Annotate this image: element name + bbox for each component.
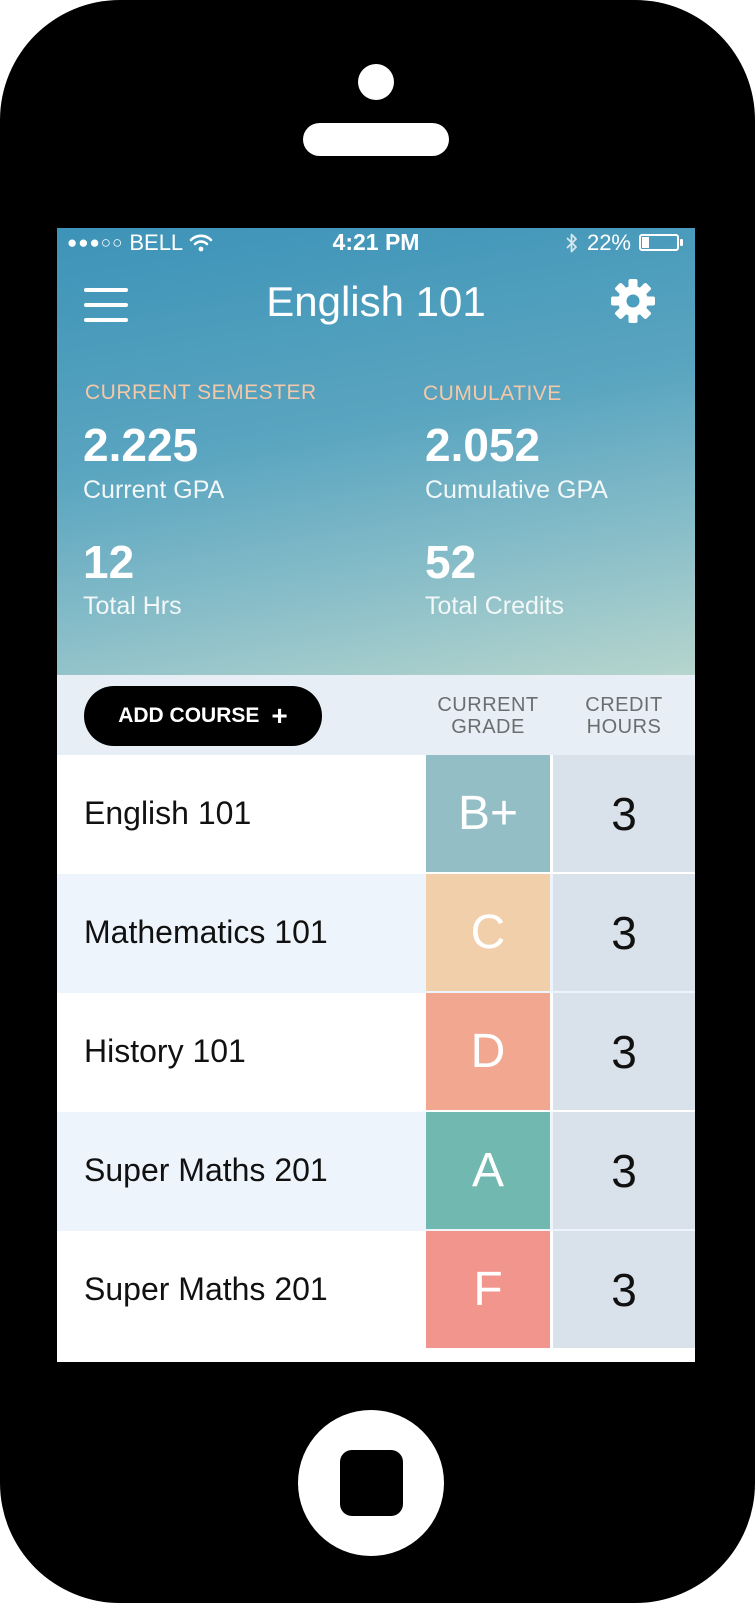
- grade-cell[interactable]: D: [426, 993, 550, 1110]
- grade-cell[interactable]: A: [426, 1112, 550, 1229]
- course-name: Mathematics 101: [84, 914, 328, 950]
- phone-frame: ●●●○○ BELL 4:21 PM 22% English 101 CURRE…: [0, 0, 755, 1603]
- course-row[interactable]: English 101 B+ 3: [57, 755, 695, 874]
- plus-icon: +: [271, 700, 288, 731]
- cumulative-label: CUMULATIVE: [423, 382, 562, 405]
- total-hrs-caption: Total Hrs: [83, 592, 182, 620]
- battery-percent: 22%: [586, 230, 631, 255]
- course-row[interactable]: Super Maths 201 F 3: [57, 1231, 695, 1350]
- earpiece-speaker: [303, 123, 449, 156]
- grade-header-line2: GRADE: [451, 716, 525, 738]
- add-course-button[interactable]: ADD COURSE +: [84, 686, 322, 746]
- total-credits-caption: Total Credits: [425, 592, 564, 620]
- credit-hours-column-header: CREDIT HOURS: [562, 694, 686, 738]
- current-gpa-caption: Current GPA: [83, 476, 225, 504]
- hours-header-line1: CREDIT: [585, 694, 663, 716]
- course-row[interactable]: Mathematics 101 C 3: [57, 874, 695, 993]
- course-table-header: ADD COURSE + CURRENT GRADE CREDIT HOURS: [57, 675, 695, 755]
- course-name: English 101: [84, 795, 252, 831]
- credit-hours-cell[interactable]: 3: [553, 993, 695, 1110]
- course-name: Super Maths 201: [84, 1152, 328, 1188]
- credit-hours-cell[interactable]: 3: [553, 874, 695, 991]
- add-course-label: ADD COURSE: [118, 704, 260, 727]
- course-row[interactable]: Super Maths 201 A 3: [57, 1112, 695, 1231]
- cumulative-gpa-caption: Cumulative GPA: [425, 476, 608, 504]
- total-credits-value: 52: [425, 536, 477, 588]
- front-camera: [358, 64, 394, 100]
- home-button[interactable]: [298, 1410, 444, 1556]
- grade-header-line1: CURRENT: [437, 694, 539, 716]
- gear-icon[interactable]: [610, 278, 656, 324]
- credit-hours-cell[interactable]: 3: [553, 1231, 695, 1348]
- grade-cell[interactable]: C: [426, 874, 550, 991]
- course-name: History 101: [84, 1033, 246, 1069]
- hours-header-line2: HOURS: [586, 716, 662, 738]
- current-grade-column-header: CURRENT GRADE: [426, 694, 550, 738]
- course-row[interactable]: History 101 D 3: [57, 993, 695, 1112]
- course-name: Super Maths 201: [84, 1271, 328, 1307]
- credit-hours-cell[interactable]: 3: [553, 755, 695, 872]
- bluetooth-icon: [566, 233, 577, 253]
- current-gpa-value: 2.225: [83, 419, 199, 471]
- credit-hours-cell[interactable]: 3: [553, 1112, 695, 1229]
- grade-cell[interactable]: F: [426, 1231, 550, 1348]
- total-hrs-value: 12: [83, 536, 135, 588]
- header-panel: ●●●○○ BELL 4:21 PM 22% English 101 CURRE…: [57, 228, 695, 675]
- grade-cell[interactable]: B+: [426, 755, 550, 872]
- app-screen: ●●●○○ BELL 4:21 PM 22% English 101 CURRE…: [57, 228, 695, 1362]
- battery-area: 22%: [565, 230, 685, 256]
- page-title: English 101: [266, 278, 486, 325]
- home-square-icon: [340, 1450, 403, 1516]
- cumulative-gpa-value: 2.052: [425, 419, 541, 471]
- battery-icon: [639, 233, 685, 253]
- status-bar: ●●●○○ BELL 4:21 PM 22%: [57, 228, 695, 258]
- current-semester-label: CURRENT SEMESTER: [85, 381, 317, 404]
